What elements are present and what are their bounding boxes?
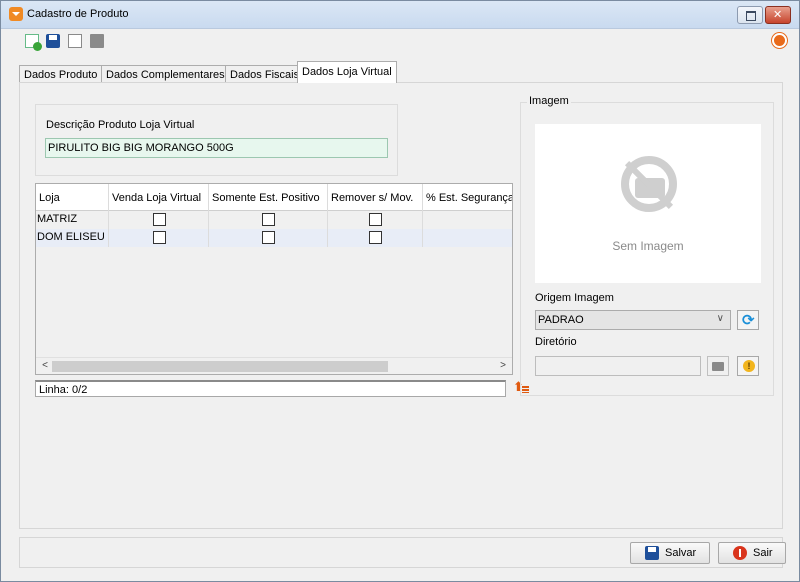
exit-button[interactable]: Sair — [718, 542, 786, 564]
scrollbar-thumb[interactable] — [52, 361, 388, 372]
venda-loja-virtual-checkbox[interactable] — [153, 231, 166, 244]
description-group: Descrição Produto Loja Virtual PIRULITO … — [35, 104, 398, 176]
restore-button[interactable] — [737, 6, 763, 24]
origem-imagem-label: Origem Imagem — [535, 292, 614, 304]
cell-venda-loja-virtual — [109, 211, 209, 229]
new-document-icon[interactable] — [25, 34, 42, 51]
cell-remover-sem-mov — [328, 229, 423, 247]
cell-est-seguranca[interactable] — [423, 229, 512, 247]
image-preview: Sem Imagem — [535, 124, 761, 283]
column-header-est-seguranca[interactable]: % Est. Segurança — [423, 184, 512, 211]
delete-icon[interactable] — [90, 34, 104, 48]
scroll-right-icon[interactable]: > — [496, 360, 510, 373]
chevron-down-icon: ∨ — [716, 313, 724, 324]
stores-grid: Loja Venda Loja Virtual Somente Est. Pos… — [35, 183, 513, 375]
remover-sem-mov-checkbox[interactable] — [369, 231, 382, 244]
diretorio-label: Diretório — [535, 336, 577, 348]
exit-button-label: Sair — [753, 547, 773, 559]
info-button[interactable] — [737, 356, 759, 376]
save-icon[interactable] — [46, 34, 60, 48]
cell-somente-est-positivo — [209, 211, 328, 229]
window-title: Cadastro de Produto — [27, 8, 129, 20]
tab-dados-loja-virtual[interactable]: Dados Loja Virtual — [297, 61, 397, 83]
footer-bar: Salvar Sair — [19, 537, 786, 568]
table-row[interactable]: MATRIZ — [36, 211, 512, 229]
image-group: Imagem Sem Imagem Origem Imagem PADRAO ∨… — [520, 95, 774, 396]
horizontal-scrollbar[interactable]: < > — [36, 357, 512, 374]
tab-dados-produto[interactable]: Dados Produto — [19, 65, 103, 83]
tab-dados-fiscais[interactable]: Dados Fiscais — [225, 65, 305, 83]
row-status-bar: Linha: 0/2 — [35, 380, 506, 397]
diretorio-field[interactable] — [535, 356, 701, 376]
image-group-title: Imagem — [527, 95, 571, 107]
product-register-window: Cadastro de Produto Dados Produto Dados … — [0, 0, 800, 582]
origem-imagem-value: PADRAO — [538, 314, 584, 326]
tab-dados-complementares[interactable]: Dados Complementares — [101, 65, 230, 83]
description-input[interactable]: PIRULITO BIG BIG MORANGO 500G — [45, 138, 388, 158]
column-header-remover-sem-mov[interactable]: Remover s/ Mov. — [328, 184, 423, 211]
venda-loja-virtual-checkbox[interactable] — [153, 213, 166, 226]
exit-icon — [733, 546, 747, 560]
cell-remover-sem-mov — [328, 211, 423, 229]
tab-panel-loja-virtual: Descrição Produto Loja Virtual PIRULITO … — [19, 82, 783, 529]
somente-est-positivo-checkbox[interactable] — [262, 213, 275, 226]
column-header-somente-est-positivo[interactable]: Somente Est. Positivo — [209, 184, 328, 211]
cell-somente-est-positivo — [209, 229, 328, 247]
cell-loja: MATRIZ — [36, 211, 109, 229]
save-button-label: Salvar — [665, 547, 697, 559]
scroll-left-icon[interactable]: < — [38, 360, 52, 373]
column-header-loja[interactable]: Loja — [36, 184, 109, 211]
grid-header: Loja Venda Loja Virtual Somente Est. Pos… — [36, 184, 512, 211]
save-icon — [645, 546, 659, 560]
somente-est-positivo-checkbox[interactable] — [262, 231, 275, 244]
cell-loja: DOM ELISEU — [36, 229, 109, 247]
copy-icon[interactable] — [68, 34, 82, 48]
origem-imagem-select[interactable]: PADRAO ∨ — [535, 310, 731, 330]
app-menu-icon[interactable] — [9, 7, 23, 21]
refresh-image-button[interactable] — [737, 310, 759, 330]
column-header-venda-loja-virtual[interactable]: Venda Loja Virtual — [109, 184, 209, 211]
power-help-icon[interactable] — [772, 33, 787, 48]
remover-sem-mov-checkbox[interactable] — [369, 213, 382, 226]
close-button[interactable] — [765, 6, 791, 24]
description-label: Descrição Produto Loja Virtual — [46, 119, 195, 131]
cell-est-seguranca[interactable] — [423, 211, 512, 229]
table-row[interactable]: DOM ELISEU — [36, 229, 512, 247]
cell-venda-loja-virtual — [109, 229, 209, 247]
browse-folder-button[interactable] — [707, 356, 729, 376]
no-image-text: Sem Imagem — [612, 239, 684, 253]
title-bar: Cadastro de Produto — [1, 1, 799, 29]
save-button[interactable]: Salvar — [630, 542, 710, 564]
